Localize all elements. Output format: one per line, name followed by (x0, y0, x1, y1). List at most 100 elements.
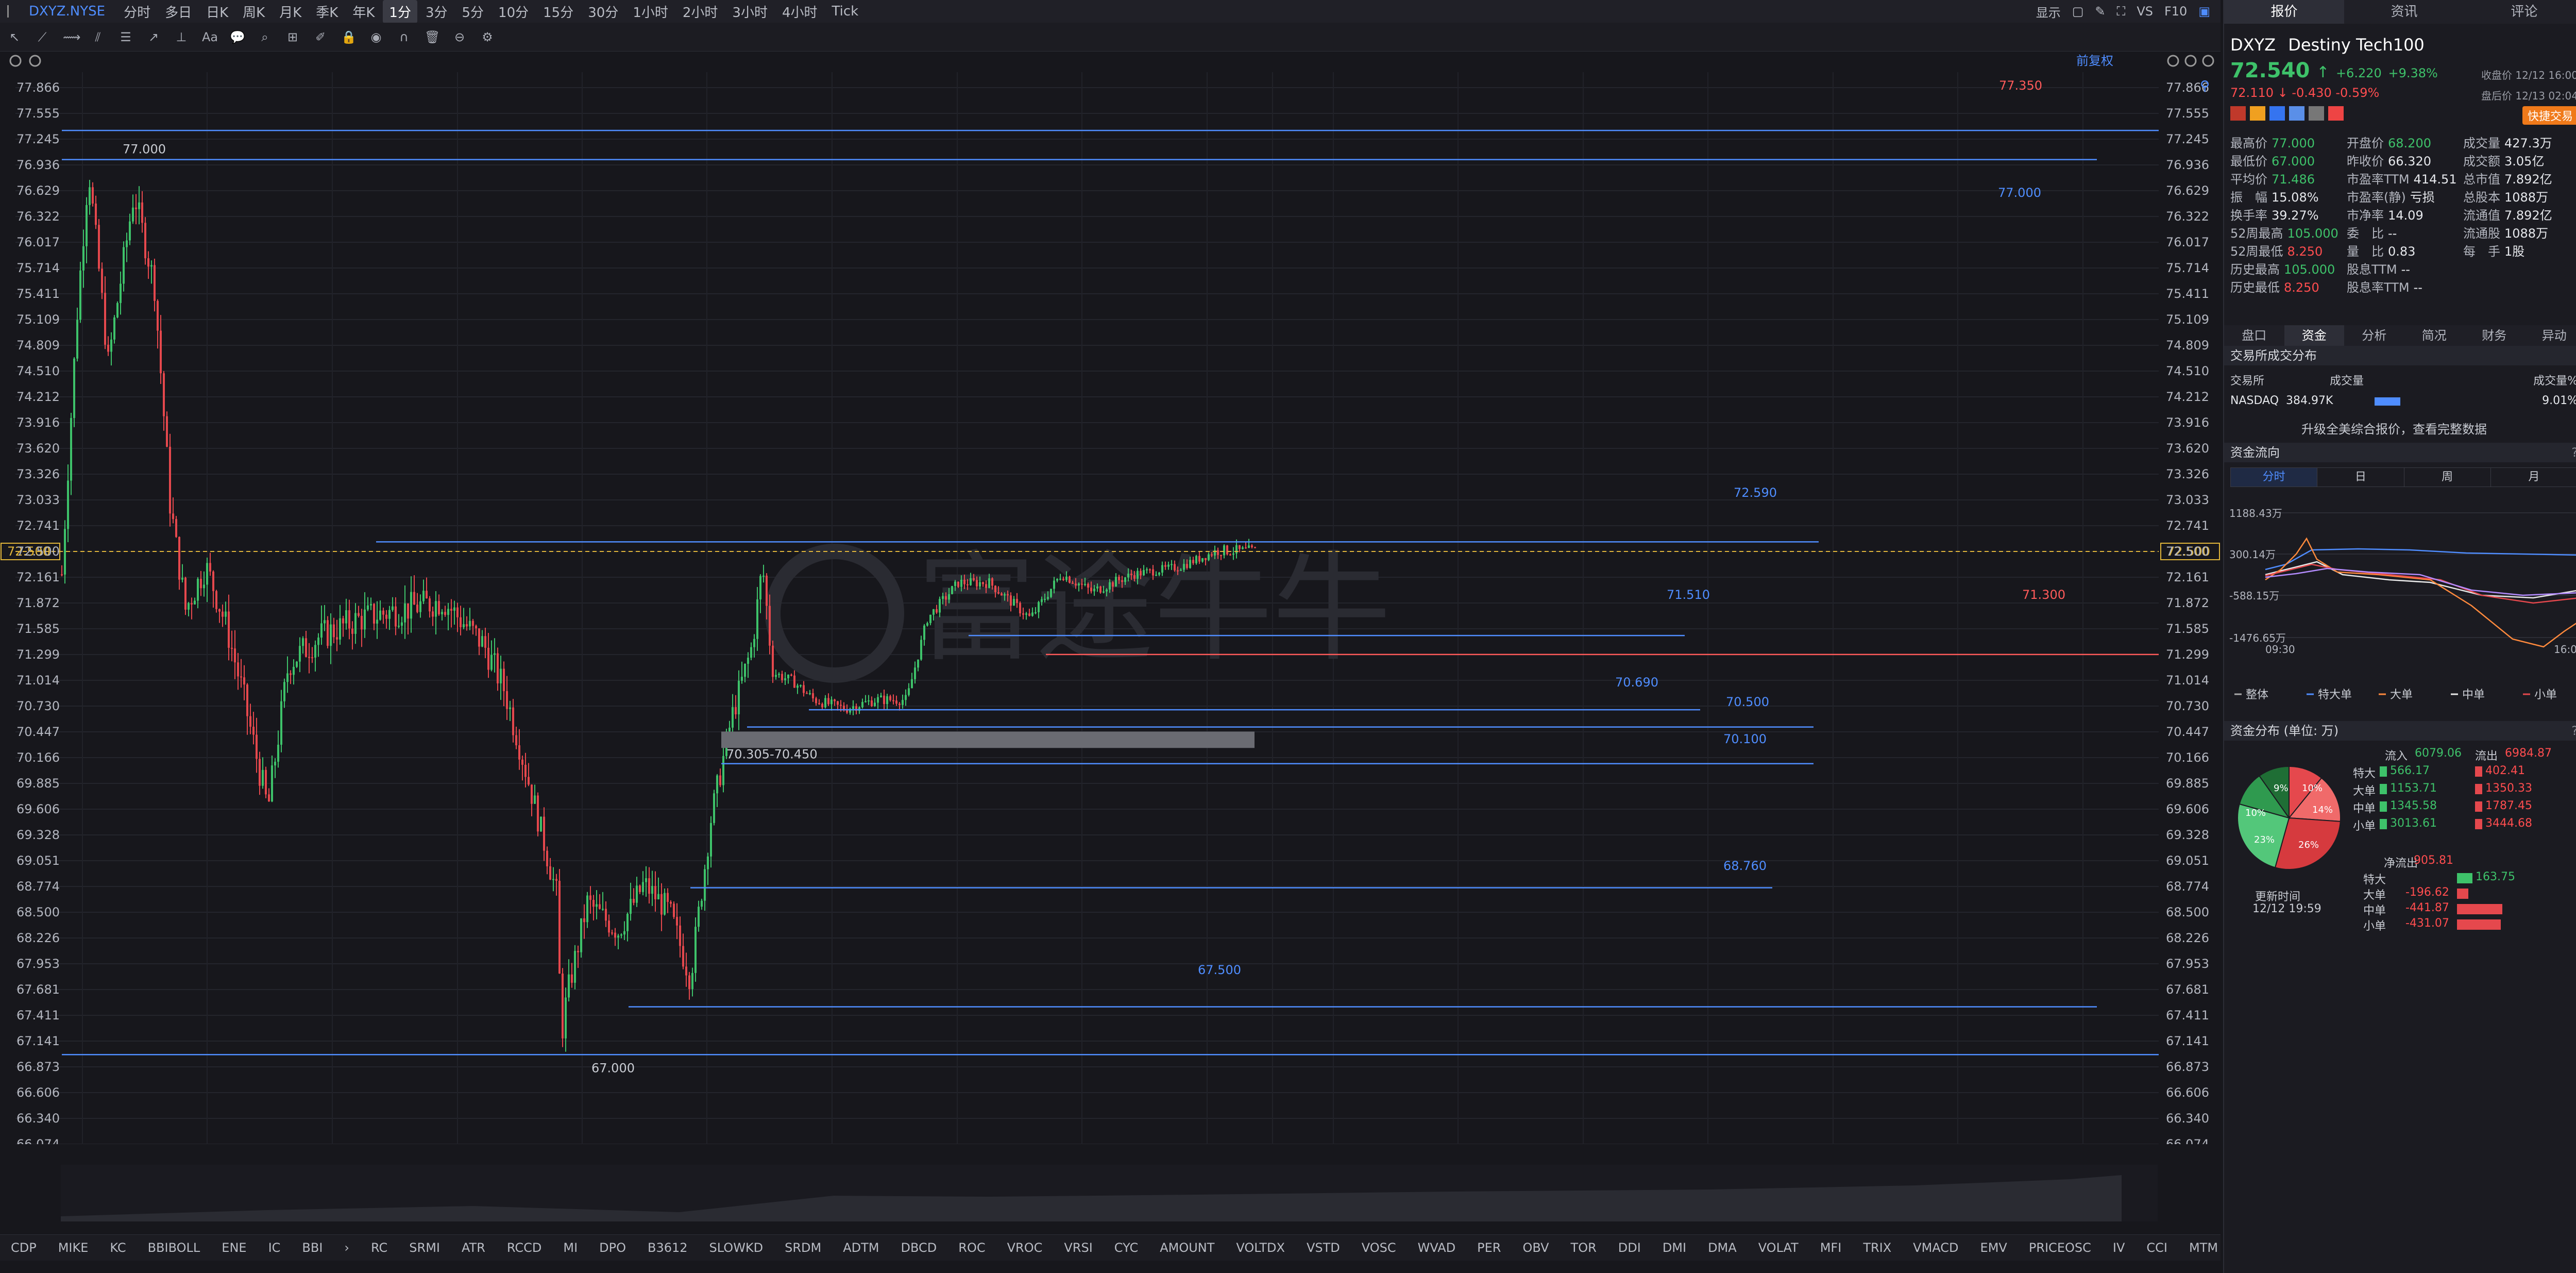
quick-trade-button[interactable]: 快捷交易 (2522, 106, 2576, 125)
indicator-item[interactable]: AMOUNT (1149, 1241, 1225, 1255)
indicator-item[interactable]: DMI (1652, 1241, 1697, 1255)
indicator-item[interactable]: CDP (0, 1241, 47, 1255)
indicator-item[interactable]: VROC (996, 1241, 1054, 1255)
timeframe-tab[interactable]: 5分 (456, 0, 490, 23)
indicator-item[interactable]: BBI (291, 1241, 333, 1255)
detail-tab[interactable]: 异动 (2524, 325, 2576, 346)
timeframe-tab[interactable]: 1分 (383, 0, 417, 23)
brush-tool-icon[interactable]: ✐ (313, 30, 328, 44)
panel-tab[interactable]: 资讯 (2344, 0, 2464, 24)
indicator-item[interactable]: WVAD (1407, 1241, 1467, 1255)
timeframe-tab[interactable]: 1小时 (626, 0, 674, 23)
indicator-item[interactable]: ADTM (832, 1241, 890, 1255)
channel-tool-icon[interactable]: ⫽ (91, 30, 105, 44)
panel-tab[interactable]: 评论 (2464, 0, 2576, 24)
magnet-icon[interactable]: ∩ (397, 30, 411, 44)
timeframe-tab[interactable]: 月K (273, 0, 308, 23)
timeframe-tab[interactable]: 30分 (582, 0, 624, 23)
indicator-item[interactable]: MFI (1809, 1241, 1853, 1255)
flow-tab[interactable]: 日 (2317, 468, 2404, 487)
indicator-item[interactable]: IC (258, 1241, 292, 1255)
layout-icon[interactable]: ▢ (2072, 4, 2084, 19)
indicator-item[interactable]: PRICEOSC (2018, 1241, 2102, 1255)
indicator-item[interactable]: MI (552, 1241, 588, 1255)
indicator-item[interactable]: OBV (1512, 1241, 1560, 1255)
heart-icon[interactable] (2328, 106, 2344, 121)
timeframe-tab[interactable]: 3分 (419, 0, 454, 23)
indicator-item[interactable]: ROC (947, 1241, 996, 1255)
indicator-item[interactable]: SRDM (774, 1241, 832, 1255)
indicator-item[interactable]: CYC (1104, 1241, 1149, 1255)
indicator-item[interactable]: TRIX (1852, 1241, 1902, 1255)
indicator-item[interactable]: DMA (1697, 1241, 1748, 1255)
timeframe-tab[interactable]: 15分 (537, 0, 580, 23)
trash-icon[interactable]: 🗑 (425, 30, 440, 44)
fib-tool-icon[interactable]: ☰ (118, 30, 133, 44)
flow-tab[interactable]: 月 (2491, 468, 2576, 487)
pen-icon[interactable]: ✎ (2095, 4, 2105, 19)
display-button[interactable]: 显示 (2036, 3, 2061, 21)
timeframe-tab[interactable]: 4小时 (776, 0, 824, 23)
overview-navigator[interactable] (61, 1165, 2158, 1221)
indicator-item[interactable]: SLOWKD (699, 1241, 774, 1255)
pin-icon[interactable]: ⚲ (2200, 78, 2210, 94)
detail-tab[interactable]: 简况 (2404, 325, 2465, 346)
lock-tool-icon[interactable]: 🔒 (341, 30, 357, 44)
arrow-tool-icon[interactable]: ↗ (146, 30, 161, 44)
indicator-item[interactable]: EMV (1970, 1241, 2018, 1255)
indicator-item[interactable]: VOLTDX (1225, 1241, 1296, 1255)
indicator-item[interactable]: VOLAT (1748, 1241, 1809, 1255)
flow-tab[interactable]: 分时 (2231, 468, 2318, 487)
f10-button[interactable]: F10 (2164, 4, 2187, 19)
indicator-item[interactable]: SRMI (398, 1241, 451, 1255)
detail-tab[interactable]: 分析 (2344, 325, 2404, 346)
indicator-item[interactable]: CCI (2136, 1241, 2178, 1255)
symbol-label[interactable]: DXYZ.NYSE (29, 4, 105, 19)
timeframe-tab[interactable]: 日K (200, 0, 234, 23)
measure-tool-icon[interactable]: ⊥ (174, 30, 189, 44)
panel-tab[interactable]: 报价 (2224, 0, 2344, 24)
indicator-item[interactable]: PER (1466, 1241, 1512, 1255)
indicator-item[interactable]: DPO (588, 1241, 637, 1255)
timeframe-tab[interactable]: 3小时 (726, 0, 774, 23)
indicator-item[interactable]: DDI (1607, 1241, 1652, 1255)
indicator-item[interactable]: VRSI (1053, 1241, 1103, 1255)
indicator-item[interactable]: MIKE (47, 1241, 99, 1255)
eye-icon[interactable]: ◉ (369, 30, 383, 44)
timeframe-tab[interactable]: 季K (310, 0, 344, 23)
text-tool-icon[interactable]: Aa (202, 30, 218, 44)
detail-tab[interactable]: 财务 (2464, 325, 2524, 346)
fullscreen-icon[interactable]: ⛶ (2117, 4, 2126, 19)
help-icon[interactable]: ? (2571, 721, 2576, 741)
adjust-label[interactable]: 前复权 (2076, 54, 2113, 68)
panel-toggle-icon[interactable]: ▣ (2198, 4, 2210, 19)
timeframe-tab[interactable]: 分时 (117, 0, 157, 23)
timeframe-tab[interactable]: Tick (826, 2, 865, 21)
indicator-item[interactable]: VOSC (1351, 1241, 1407, 1255)
timeframe-tab[interactable]: 2小时 (676, 0, 724, 23)
timeframe-tab[interactable]: 多日 (159, 0, 198, 23)
indicator-item[interactable]: › (333, 1241, 360, 1255)
price-chart[interactable]: 富途牛牛 77.000 67.000 70.305-70.450 77.350 77.0… (0, 52, 2221, 1144)
upgrade-link[interactable]: 升级全美综合报价，查看完整数据 (2301, 419, 2487, 437)
indicator-item[interactable]: IV (2102, 1241, 2136, 1255)
timeframe-tab[interactable]: 10分 (492, 0, 535, 23)
comment-tool-icon[interactable]: 💬 (230, 30, 245, 44)
help-icon[interactable]: ? (2571, 443, 2576, 462)
indicator-item[interactable]: MTM (2178, 1241, 2229, 1255)
line-tool-icon[interactable]: ⟋ (35, 30, 49, 44)
indicator-item[interactable]: RCCD (496, 1241, 552, 1255)
indicator-item[interactable]: TOR (1560, 1241, 1607, 1255)
settings-icon[interactable]: ⚙ (480, 30, 495, 44)
detail-tab[interactable]: 资金 (2284, 325, 2344, 346)
indicator-item[interactable]: B3612 (637, 1241, 699, 1255)
indicator-item[interactable]: VMACD (1902, 1241, 1969, 1255)
timeframe-tab[interactable]: 年K (346, 0, 381, 23)
indicator-item[interactable]: RC (360, 1241, 398, 1255)
flow-tab[interactable]: 周 (2404, 468, 2491, 487)
cursor-icon[interactable]: ↖ (7, 30, 22, 44)
indicator-item[interactable]: KC (99, 1241, 137, 1255)
indicator-item[interactable]: ATR (451, 1241, 496, 1255)
menu-icon[interactable] (7, 5, 22, 18)
indicator-item[interactable]: VSTD (1296, 1241, 1351, 1255)
